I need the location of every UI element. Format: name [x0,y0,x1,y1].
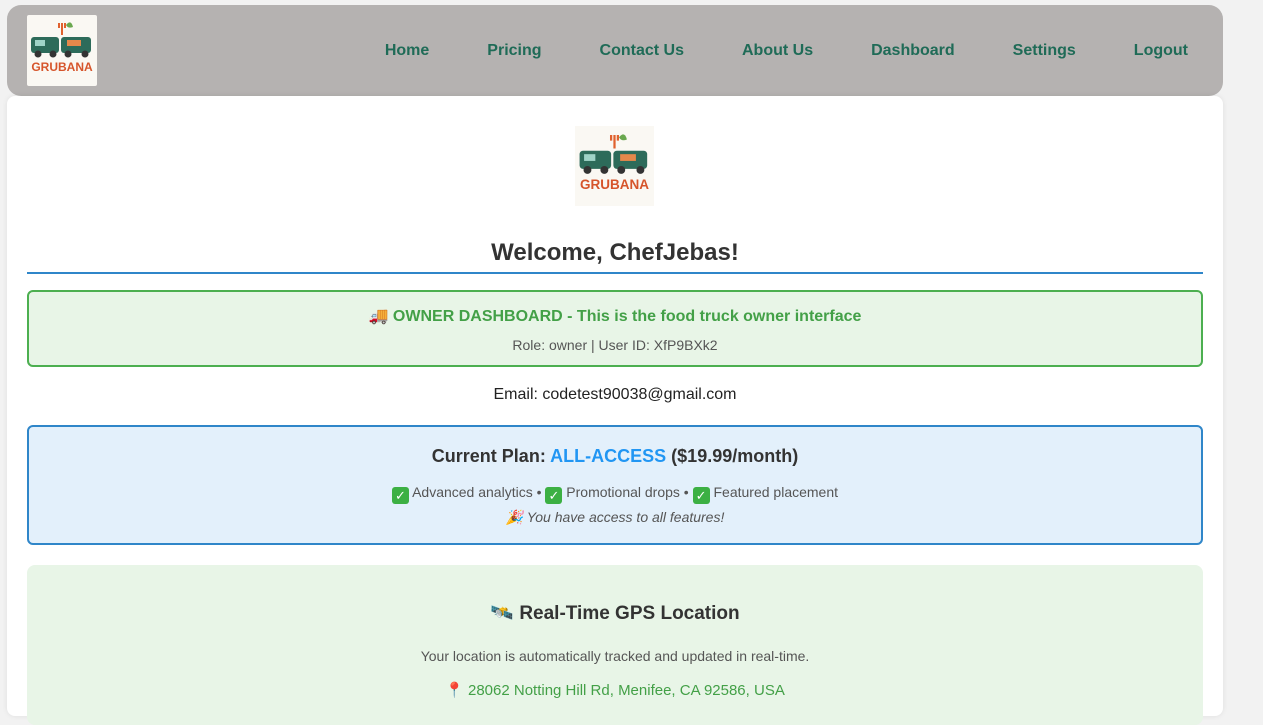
current-plan-card: Current Plan: ALL-ACCESS ($19.99/month) … [27,425,1203,545]
gps-address: 📍 28062 Notting Hill Rd, Menifee, CA 925… [445,682,785,699]
grubana-logo[interactable]: GRUBANA [27,15,97,86]
nav-dashboard-link[interactable]: Dashboard [871,42,955,60]
svg-text:GRUBANA: GRUBANA [31,60,93,74]
svg-text:GRUBANA: GRUBANA [580,177,649,192]
party-popper-icon: 🎉 [505,509,524,525]
nav-links: Home Pricing Contact Us About Us Dashboa… [385,5,1188,96]
gps-location-card: 🛰️ Real-Time GPS Location Your location … [27,565,1203,725]
nav-logout-link[interactable]: Logout [1134,42,1188,60]
user-email: Email: codetest90038@gmail.com [493,386,737,403]
page-scrollbar[interactable] [1248,0,1263,694]
plan-label: Current Plan: [431,446,546,466]
plan-feature: Featured placement [713,484,839,500]
welcome-divider [27,272,1203,274]
plan-note-text: You have access to all features! [526,509,725,525]
plan-feature: Promotional drops [566,484,680,500]
plan-feature: Advanced analytics [412,484,533,500]
satellite-icon: 🛰️ [490,603,515,624]
checkmark-icon: ✓ [391,487,409,504]
plan-name: ALL-ACCESS [550,446,667,466]
nav-contact-link[interactable]: Contact Us [600,42,684,60]
welcome-heading: Welcome, ChefJebas! [491,239,739,266]
owner-banner-subtitle: Role: owner | User ID: XfP9BXk2 [512,337,718,353]
nav-settings-link[interactable]: Settings [1013,42,1076,60]
plan-note: 🎉 You have access to all features! [29,509,1201,526]
nav-home-link[interactable]: Home [385,42,429,60]
gps-description: Your location is automatically tracked a… [420,648,810,664]
plan-title: Current Plan: ALL-ACCESS ($19.99/month) [29,446,1201,467]
main-logo: GRUBANA [575,126,654,206]
owner-banner-title: 🚚 OWNER DASHBOARD - This is the food tru… [368,308,862,325]
plan-features: ✓ Advanced analytics • ✓ Promotional dro… [29,484,1201,504]
checkmark-icon: ✓ [692,487,710,504]
owner-dashboard-banner: 🚚 OWNER DASHBOARD - This is the food tru… [27,290,1203,367]
top-navbar: GRUBANA Home Pricing Contact Us About Us… [7,5,1223,96]
plan-price: ($19.99/month) [671,446,799,466]
food-truck-logo-icon: GRUBANA [31,22,93,74]
food-truck-logo-icon: GRUBANA [579,134,649,192]
gps-title-text: Real-Time GPS Location [519,603,740,624]
checkmark-icon: ✓ [545,487,563,504]
dashboard-content: GRUBANA Welcome, ChefJebas! 🚚 OWNER DASH… [7,96,1223,725]
gps-title: 🛰️ Real-Time GPS Location [27,601,1203,625]
nav-pricing-link[interactable]: Pricing [487,42,541,60]
nav-about-link[interactable]: About Us [742,42,813,60]
